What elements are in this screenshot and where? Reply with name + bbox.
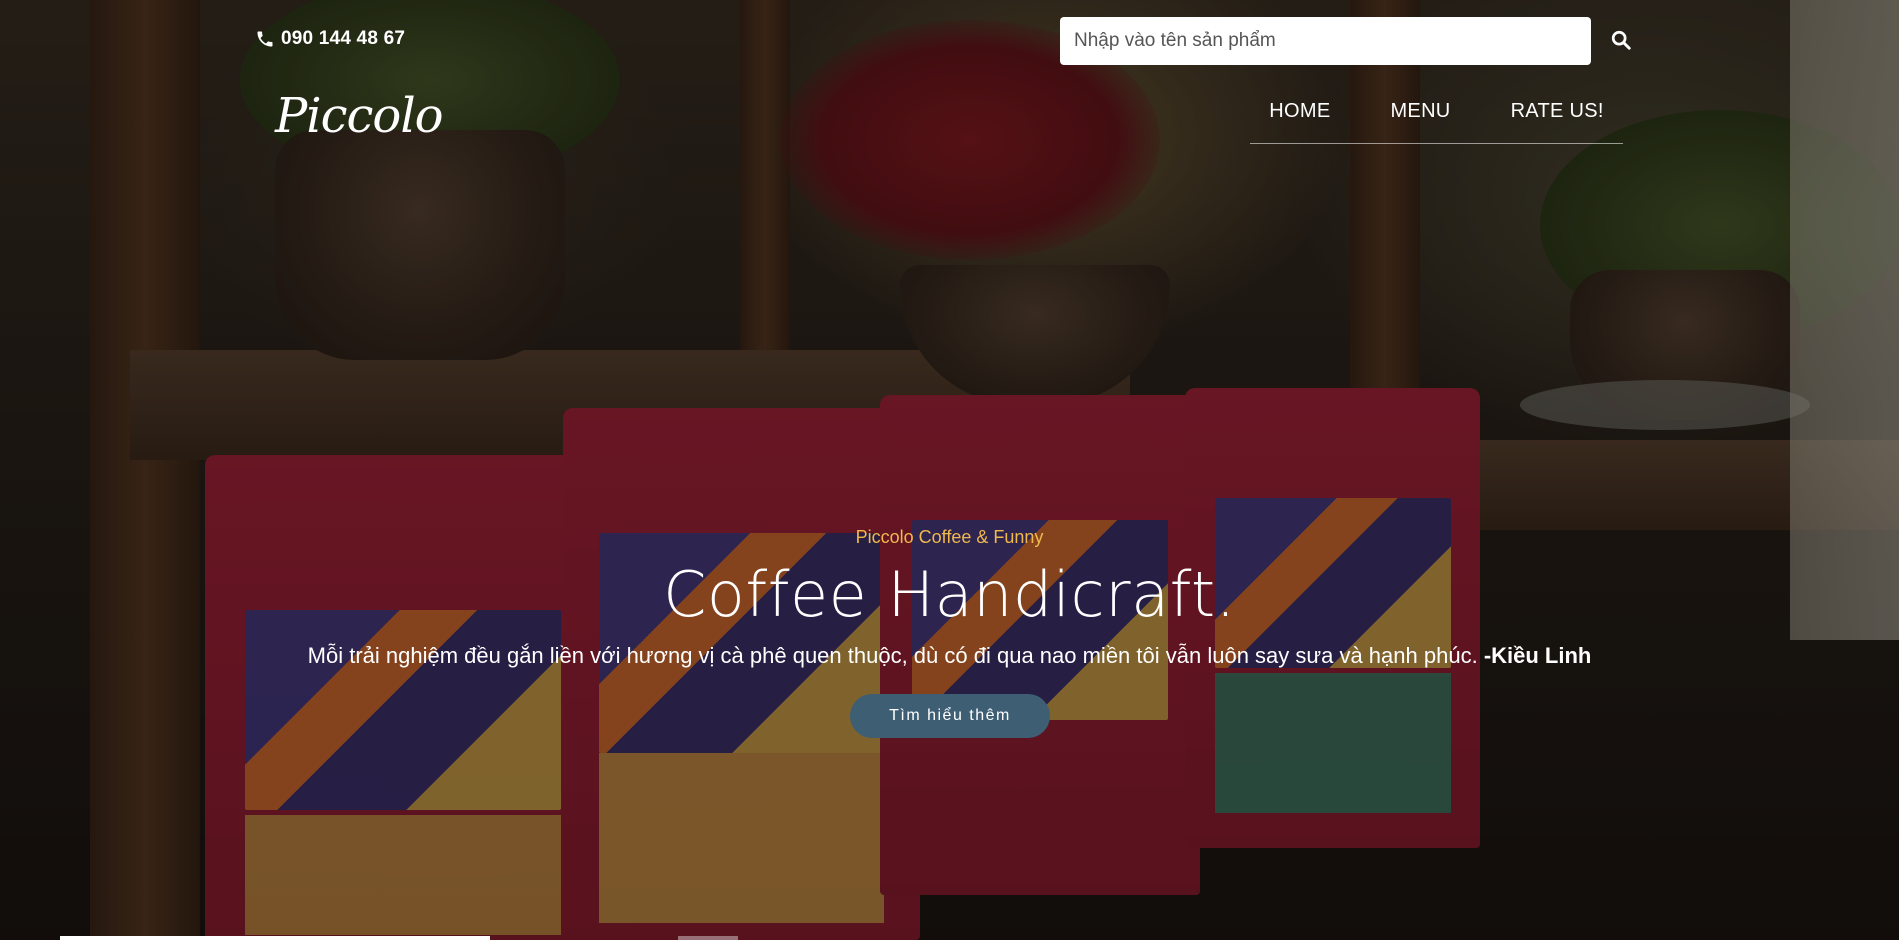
- hero-kicker: Piccolo Coffee & Funny: [855, 527, 1044, 547]
- phone-contact[interactable]: 090 144 48 67: [255, 28, 405, 50]
- search-input[interactable]: [1060, 17, 1591, 65]
- hero-quote-text: Mỗi trải nghiệm đều gắn liền với hương v…: [307, 643, 1478, 668]
- slider-indicator-active[interactable]: [60, 936, 490, 940]
- phone-icon: [255, 29, 275, 49]
- learn-more-button[interactable]: Tìm hiểu thêm: [850, 694, 1050, 738]
- slider-indicator[interactable]: [678, 936, 738, 940]
- nav-home[interactable]: HOME: [1269, 100, 1330, 123]
- brand-logo[interactable]: Piccolo: [275, 88, 444, 144]
- hero-quote-author: -Kiều Linh: [1483, 643, 1592, 668]
- nav-menu[interactable]: MENU: [1390, 100, 1450, 123]
- search-button[interactable]: [1597, 17, 1645, 65]
- nav-rate-us[interactable]: RATE US!: [1511, 100, 1604, 123]
- main-nav: HOME MENU RATE US!: [1250, 100, 1623, 144]
- search-bar: [1060, 17, 1645, 65]
- hero-headline: Coffee Handicraft.: [663, 558, 1236, 631]
- hero-quote: Mỗi trải nghiệm đều gắn liền với hương v…: [0, 643, 1899, 669]
- phone-number: 090 144 48 67: [281, 28, 406, 49]
- search-icon: [1610, 29, 1632, 54]
